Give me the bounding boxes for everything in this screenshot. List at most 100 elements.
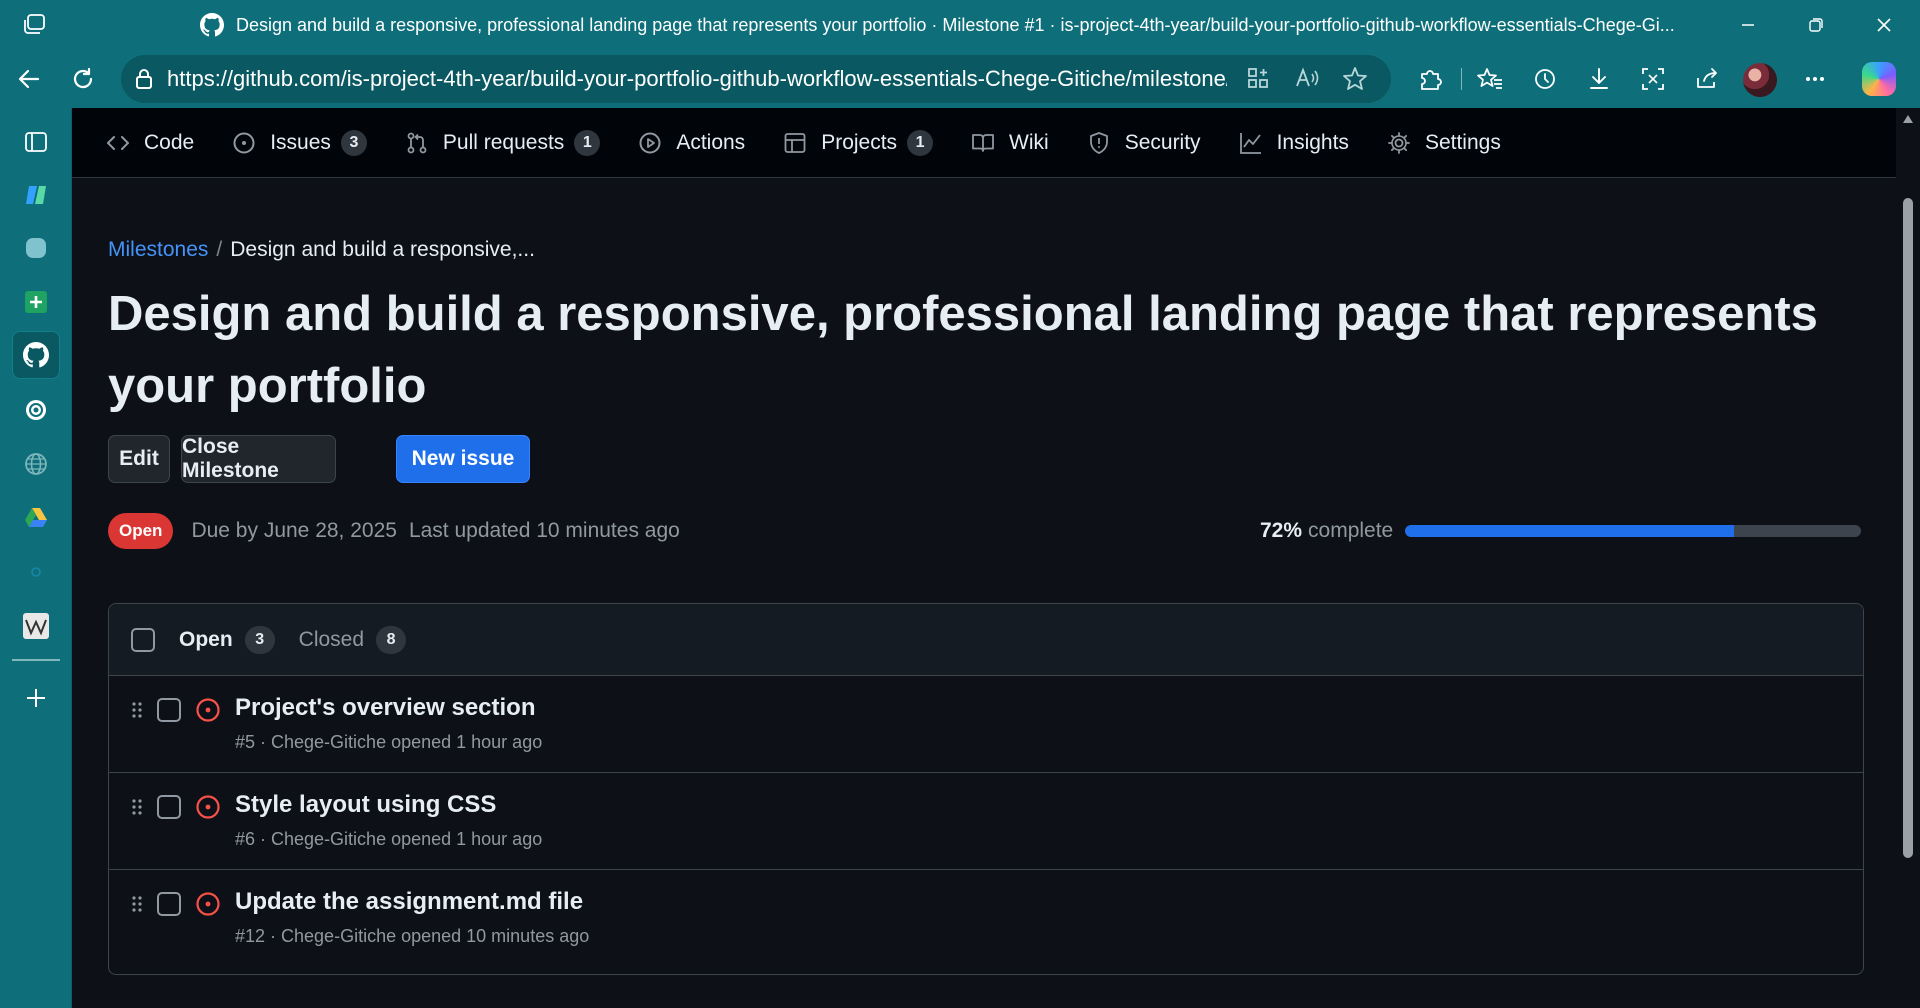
share-icon [1697, 68, 1717, 88]
closed-issues-tab[interactable]: Closed 8 [299, 625, 407, 654]
browser-tab[interactable]: Design and build a responsive, professio… [200, 0, 1700, 50]
tab-title: Design and build a responsive, professio… [236, 14, 1675, 35]
browser-title-bar: Design and build a responsive, professio… [0, 0, 1920, 50]
issue-meta: #12 · Chege-Gitiche opened 10 minutes ag… [235, 926, 590, 946]
issue-title[interactable]: Project's overview section [235, 694, 536, 722]
extensions-button[interactable] [1415, 64, 1445, 94]
tab-pull-requests[interactable]: Pull requests 1 [405, 129, 601, 156]
favorites-button[interactable] [1475, 64, 1505, 94]
restore-button[interactable] [1788, 0, 1844, 50]
minimize-button[interactable] [1720, 0, 1776, 50]
drag-handle-icon[interactable] [131, 797, 143, 817]
issue-checkbox[interactable] [157, 698, 181, 722]
issue-checkbox[interactable] [157, 892, 181, 916]
tab-projects[interactable]: Projects 1 [783, 129, 934, 156]
shield-icon [1089, 131, 1108, 154]
tab-code-label: Code [144, 130, 195, 154]
breadcrumb: Milestones / Design and build a responsi… [108, 238, 535, 262]
tab-actions[interactable]: Actions [638, 131, 745, 155]
open-issue-icon [195, 891, 221, 917]
drag-handle-icon[interactable] [131, 894, 143, 914]
close-window-button[interactable] [1856, 0, 1912, 50]
vertical-tabs-icon [25, 132, 47, 152]
screenshot-button[interactable] [1638, 64, 1668, 94]
tab-code[interactable]: Code [106, 131, 194, 155]
tab-security[interactable]: Security [1087, 131, 1201, 155]
app-available-icon[interactable] [1246, 66, 1270, 90]
app-icon [26, 238, 46, 258]
address-bar[interactable]: https://github.com/is-project-4th-year/b… [121, 55, 1391, 103]
copilot-icon[interactable] [1862, 62, 1896, 96]
sidebar-item-drive[interactable] [12, 494, 60, 542]
tab-actions-label: Actions [676, 130, 746, 154]
page-scrollbar[interactable] [1896, 108, 1920, 1008]
github-icon [200, 13, 236, 37]
edit-button[interactable]: Edit [108, 435, 170, 483]
tab-insights[interactable]: Insights [1239, 131, 1349, 155]
read-aloud-icon[interactable] [1294, 66, 1320, 90]
pull-requests-count-badge: 1 [574, 129, 601, 156]
sidebar-item-github[interactable] [12, 331, 60, 379]
back-button[interactable] [14, 64, 44, 94]
sidebar-item-tabs[interactable] [12, 118, 60, 166]
issue-row[interactable]: Update the assignment.md file #12 · Cheg… [109, 870, 1863, 967]
breadcrumb-milestones-link[interactable]: Milestones [108, 238, 208, 262]
closed-count: 8 [376, 625, 407, 654]
last-updated: Last updated 10 minutes ago [408, 519, 680, 542]
share-button[interactable] [1692, 64, 1722, 94]
new-issue-button[interactable]: New issue [396, 435, 530, 483]
profile-avatar[interactable] [1743, 63, 1777, 97]
scroll-up-icon[interactable] [1902, 114, 1914, 124]
more-button[interactable] [1800, 64, 1830, 94]
issue-row[interactable]: Style layout using CSS #6 · Chege-Gitich… [109, 773, 1863, 870]
breadcrumb-current: Design and build a responsive,... [230, 238, 535, 261]
downloads-button[interactable] [1584, 64, 1614, 94]
issue-checkbox[interactable] [157, 795, 181, 819]
sidebar-item-wikipedia[interactable] [12, 602, 60, 650]
sidebar-item-copilot[interactable] [12, 171, 60, 219]
sidebar-item-sheets[interactable] [12, 278, 60, 326]
favorite-star-icon[interactable] [1342, 66, 1368, 92]
lock-icon[interactable] [135, 68, 153, 90]
issue-meta: #6 · Chege-Gitiche opened 1 hour ago [235, 829, 543, 849]
sidebar-item-dot[interactable] [12, 548, 60, 596]
issue-title[interactable]: Update the assignment.md file [235, 888, 583, 916]
close-milestone-button[interactable]: Close Milestone [181, 435, 336, 483]
drive-icon [25, 508, 47, 527]
issue-list: Open 3 Closed 8 Project's overview secti… [108, 603, 1864, 975]
gear-icon [1388, 131, 1410, 154]
issues-count-badge: 3 [340, 129, 367, 156]
tab-wiki[interactable]: Wiki [971, 131, 1049, 155]
tab-settings[interactable]: Settings [1387, 131, 1501, 155]
scrollbar-thumb[interactable] [1903, 198, 1913, 858]
open-issues-tab[interactable]: Open 3 [179, 625, 275, 654]
url-text[interactable]: https://github.com/is-project-4th-year/b… [167, 66, 1227, 92]
refresh-button[interactable] [68, 64, 98, 94]
copilot-icon [26, 186, 46, 204]
toolbar-divider [1461, 68, 1462, 90]
chatgpt-icon [26, 400, 46, 420]
issue-row[interactable]: Project's overview section #5 · Chege-Gi… [109, 676, 1863, 773]
progress-bar-fill [1405, 525, 1734, 537]
tab-actions-icon[interactable] [22, 13, 48, 37]
history-icon [1535, 69, 1555, 89]
sidebar-item-web[interactable] [12, 440, 60, 488]
tab-issues[interactable]: Issues 3 [232, 129, 367, 156]
select-all-checkbox[interactable] [131, 627, 155, 652]
open-issue-icon [195, 697, 221, 723]
sidebar-item-app[interactable] [12, 224, 60, 272]
issue-title[interactable]: Style layout using CSS [235, 791, 496, 819]
sidebar-divider [12, 659, 60, 661]
sidebar-add-button[interactable] [12, 674, 60, 722]
play-icon [639, 132, 661, 153]
minimize-icon [1742, 24, 1754, 26]
progress-label: complete [1308, 519, 1394, 542]
download-icon [1590, 68, 1608, 89]
sidebar-item-chatgpt[interactable] [12, 386, 60, 434]
globe-icon [25, 453, 47, 475]
milestone-status-row: Open Due by June 28, 2025 Last updated 1… [108, 512, 680, 550]
browser-toolbar: https://github.com/is-project-4th-year/b… [0, 50, 1920, 108]
drag-handle-icon[interactable] [131, 700, 143, 720]
history-button[interactable] [1530, 64, 1560, 94]
tab-projects-label: Projects [821, 130, 898, 154]
